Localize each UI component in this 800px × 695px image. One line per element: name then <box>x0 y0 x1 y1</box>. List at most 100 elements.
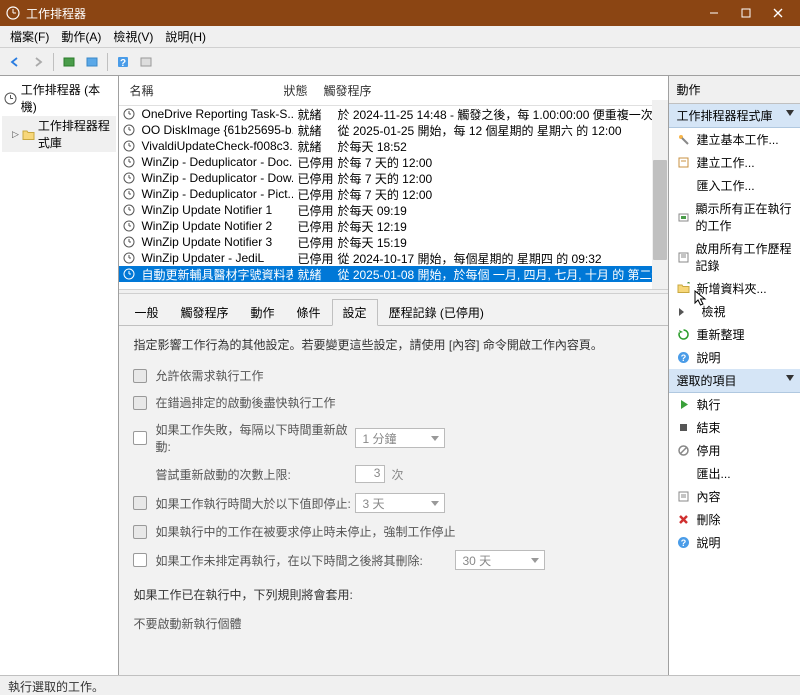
action-help[interactable]: ?說明 <box>669 346 800 369</box>
menu-file[interactable]: 檔案(F) <box>4 26 55 47</box>
retry-interval-select[interactable]: 1 分鐘 <box>355 428 445 448</box>
retry-on-fail-checkbox[interactable] <box>133 431 147 445</box>
task-status-icon <box>123 108 137 120</box>
col-header-trigger[interactable]: 觸發程序 <box>315 80 667 101</box>
stop-after-select[interactable]: 3 天 <box>355 493 445 513</box>
navigation-tree: 工作排程器 (本機) ▷ 工作排程器程式庫 <box>0 76 119 675</box>
titlebar: 工作排程器 <box>0 0 800 26</box>
task-row[interactable]: VivaldiUpdateCheck-f008c3...就緒於每天 18:52 <box>119 138 667 154</box>
tab-conditions[interactable]: 條件 <box>286 299 332 326</box>
svg-text:*: * <box>687 282 690 289</box>
expand-icon[interactable]: ▷ <box>12 129 19 140</box>
task-status: 已停用 <box>293 186 333 203</box>
stop-icon <box>677 421 691 435</box>
allow-demand-checkbox[interactable] <box>133 369 147 383</box>
retry-limit-input[interactable]: 3 <box>355 465 385 483</box>
task-trigger: 於每天 18:52 <box>333 138 667 155</box>
actions-header: 動作 <box>669 76 800 104</box>
scroll-thumb[interactable] <box>653 160 667 260</box>
tree-root[interactable]: 工作排程器 (本機) <box>2 80 116 116</box>
col-header-name[interactable]: 名稱 <box>119 80 275 101</box>
minimize-button[interactable] <box>698 0 730 26</box>
refresh-button[interactable] <box>81 51 103 73</box>
task-name: WinZip Update Notifier 3 <box>137 235 293 249</box>
action-export[interactable]: 匯出... <box>669 462 800 485</box>
actions-library-section[interactable]: 工作排程器程式庫 <box>669 104 800 128</box>
tree-library[interactable]: ▷ 工作排程器程式庫 <box>2 116 116 152</box>
action-refresh[interactable]: 重新整理 <box>669 323 800 346</box>
help-icon: ? <box>677 351 691 365</box>
task-row[interactable]: WinZip - Deduplicator - Pict...已停用於每 7 天… <box>119 186 667 202</box>
task-row[interactable]: OneDrive Reporting Task-S...就緒於 2024-11-… <box>119 106 667 122</box>
run-after-missed-checkbox[interactable] <box>133 396 147 410</box>
action-create-task[interactable]: 建立工作... <box>669 151 800 174</box>
task-name: WinZip - Deduplicator - Dow... <box>137 171 293 185</box>
action-show-running[interactable]: 顯示所有正在執行的工作 <box>669 197 800 237</box>
action-end[interactable]: 結束 <box>669 416 800 439</box>
action-enable-history[interactable]: 啟用所有工作歷程記錄 <box>669 237 800 277</box>
retry-limit-unit: 次 <box>391 466 403 483</box>
task-row[interactable]: WinZip Update Notifier 3已停用於每天 15:19 <box>119 234 667 250</box>
back-button[interactable] <box>4 51 26 73</box>
force-stop-label: 如果執行中的工作在被要求停止時未停止，強制工作停止 <box>155 523 653 540</box>
task-row[interactable]: WinZip Updater - JediL已停用從 2024-10-17 開始… <box>119 250 667 266</box>
action-disable[interactable]: 停用 <box>669 439 800 462</box>
task-status-icon <box>123 188 137 200</box>
force-stop-checkbox[interactable] <box>133 525 147 539</box>
clock-icon <box>4 91 18 105</box>
stop-after-checkbox[interactable] <box>133 496 147 510</box>
task-trigger: 從 2024-10-17 開始，每個星期的 星期四 的 09:32 <box>333 250 667 267</box>
task-row[interactable]: OO DiskImage {61b25695-b...就緒從 2025-01-2… <box>119 122 667 138</box>
scope-button[interactable] <box>58 51 80 73</box>
task-row[interactable]: WinZip Update Notifier 2已停用於每天 12:19 <box>119 218 667 234</box>
task-trigger: 於 2024-11-25 14:48 - 觸發之後，每 1.00:00:00 便… <box>333 106 667 123</box>
task-status-icon <box>123 172 137 184</box>
folder-icon <box>22 127 35 141</box>
svg-text:?: ? <box>120 58 126 69</box>
svg-text:?: ? <box>681 538 687 548</box>
action-properties[interactable]: 內容 <box>669 485 800 508</box>
menu-view[interactable]: 檢視(V) <box>107 26 159 47</box>
extra-button[interactable] <box>135 51 157 73</box>
retry-limit-label: 嘗試重新啟動的次數上限: <box>155 466 355 483</box>
task-name: OneDrive Reporting Task-S... <box>137 107 293 121</box>
close-button[interactable] <box>762 0 794 26</box>
stop-after-label: 如果工作執行時間大於以下值即停止: <box>155 495 355 512</box>
menu-help[interactable]: 說明(H) <box>159 26 212 47</box>
help-icon: ? <box>677 536 691 550</box>
help-button[interactable]: ? <box>112 51 134 73</box>
menu-action[interactable]: 動作(A) <box>55 26 107 47</box>
task-name: WinZip - Deduplicator - Doc... <box>137 155 293 169</box>
col-header-status[interactable]: 狀態 <box>275 80 315 101</box>
forward-button[interactable] <box>27 51 49 73</box>
task-status-icon <box>123 156 137 168</box>
task-status-icon <box>123 140 137 152</box>
maximize-button[interactable] <box>730 0 762 26</box>
delete-if-not-checkbox[interactable] <box>133 553 147 567</box>
delete-icon <box>677 513 691 527</box>
window-title: 工作排程器 <box>26 5 86 22</box>
action-view[interactable]: 檢視 <box>669 300 800 323</box>
tab-actions[interactable]: 動作 <box>240 299 286 326</box>
action-import[interactable]: 匯入工作... <box>669 174 800 197</box>
task-row[interactable]: WinZip Update Notifier 1已停用於每天 09:19 <box>119 202 667 218</box>
actions-selected-section[interactable]: 選取的項目 <box>669 369 800 393</box>
tab-settings[interactable]: 設定 <box>332 299 378 326</box>
tab-triggers[interactable]: 觸發程序 <box>170 299 240 326</box>
action-delete[interactable]: 刪除 <box>669 508 800 531</box>
task-row[interactable]: WinZip - Deduplicator - Dow...已停用於每 7 天的… <box>119 170 667 186</box>
play-icon <box>677 398 691 412</box>
action-help2[interactable]: ?說明 <box>669 531 800 554</box>
tab-history[interactable]: 歷程記錄 (已停用) <box>378 299 495 326</box>
svg-text:?: ? <box>681 353 687 363</box>
delete-after-select[interactable]: 30 天 <box>455 550 545 570</box>
action-create-basic[interactable]: 建立基本工作... <box>669 128 800 151</box>
action-run[interactable]: 執行 <box>669 393 800 416</box>
settings-description: 指定影響工作行為的其他設定。若要變更這些設定，請使用 [內容] 命令開啟工作內容… <box>133 336 653 353</box>
task-row[interactable]: 自動更新輔具醫材字號資料表就緒從 2025-01-08 開始，於每個 一月, 四… <box>119 266 667 282</box>
vertical-scrollbar[interactable] <box>652 100 668 289</box>
task-row[interactable]: WinZip - Deduplicator - Doc...已停用於每 7 天的… <box>119 154 667 170</box>
action-new-folder[interactable]: *新增資料夾... <box>669 277 800 300</box>
tab-general[interactable]: 一般 <box>123 299 169 326</box>
list-header: 名稱 狀態 觸發程序 <box>119 76 667 106</box>
